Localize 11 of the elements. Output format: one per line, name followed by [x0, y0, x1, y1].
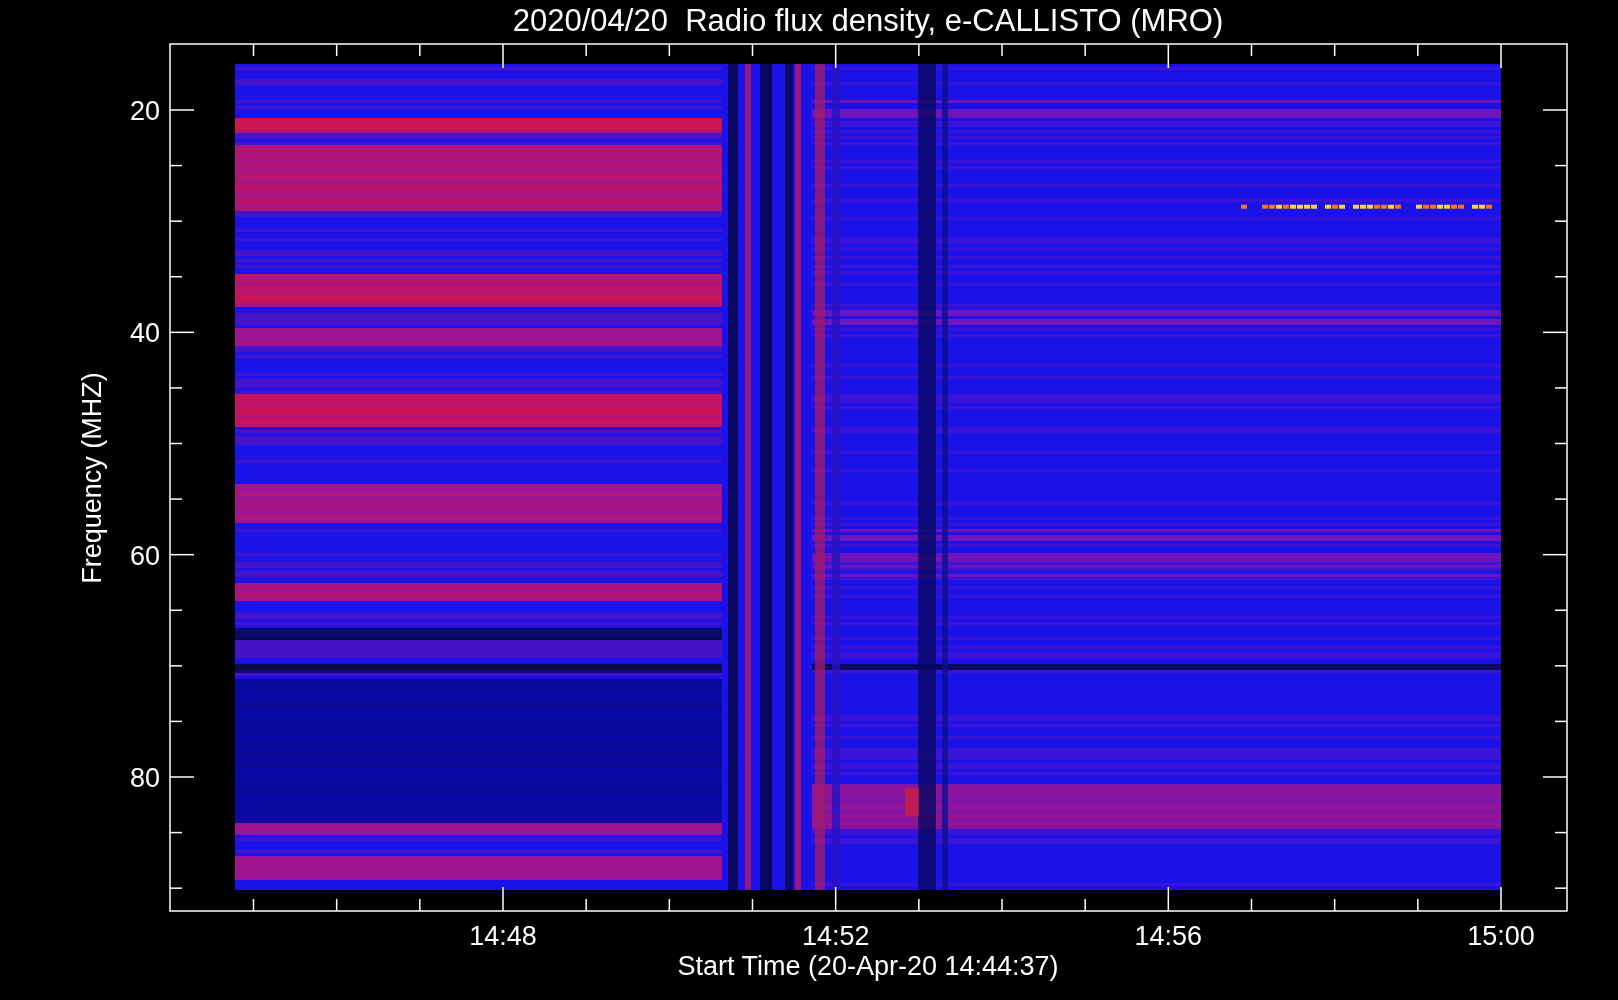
axis-tick-label: 14:48 [469, 921, 537, 951]
axis-title: Start Time (20-Apr-20 14:44:37) [677, 951, 1059, 981]
axis-tick-label: 80 [129, 763, 160, 793]
axis-tick-label: 14:56 [1134, 921, 1203, 951]
axis-tick-label: 15:00 [1467, 921, 1535, 951]
axis-tick-label: 40 [129, 318, 160, 349]
axis-tick-label: 14:52 [801, 921, 870, 951]
axis-tick-label: 20 [129, 96, 160, 126]
axis-title: Frequency (MHZ) [77, 372, 107, 584]
chart-title: 2020/04/20 Radio flux density, e-CALLISTO (MRO) [512, 3, 1224, 38]
axis-tick-label: 60 [129, 540, 160, 571]
